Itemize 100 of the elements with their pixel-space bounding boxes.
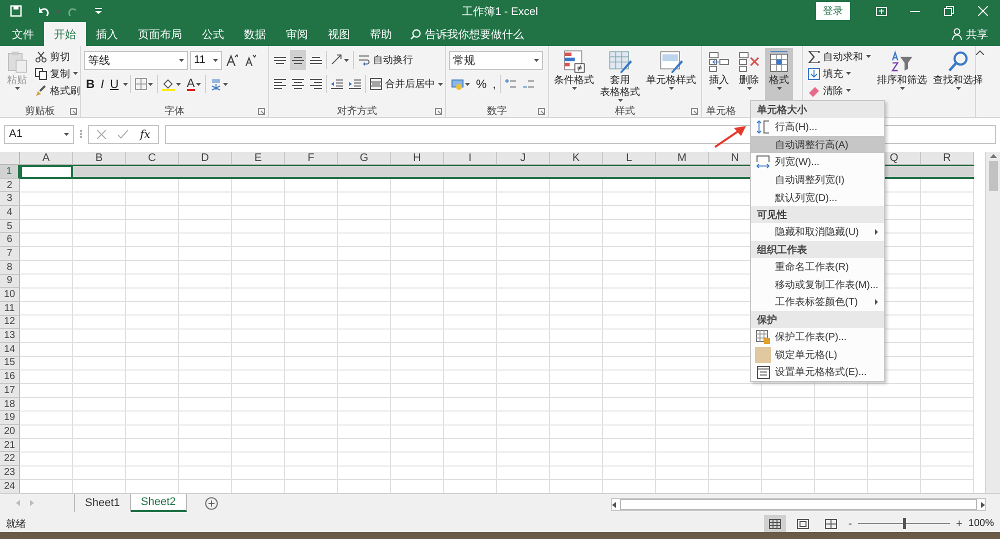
row-header[interactable]: 3	[0, 192, 20, 206]
column-header[interactable]: A	[20, 152, 73, 165]
row-header[interactable]: 23	[0, 466, 20, 480]
horizontal-scrollbar[interactable]	[611, 498, 986, 511]
row-header[interactable]: 19	[0, 411, 20, 426]
font-style-button[interactable]: B	[84, 74, 97, 94]
column-header[interactable]: D	[179, 152, 232, 165]
zoom-out-button[interactable]: -	[848, 518, 852, 530]
menu-item[interactable]: 保护工作表(P)...	[751, 328, 884, 346]
font-name-dropdown[interactable]: 等线	[84, 50, 188, 70]
font-style-button[interactable]: I	[98, 74, 106, 94]
ribbon-tab[interactable]: 数据	[234, 22, 276, 46]
menu-item[interactable]: 自动调整行高(A)	[751, 136, 884, 154]
style-button[interactable]: 单元格样式	[644, 48, 698, 102]
menu-item[interactable]: 工作表标签颜色(T)	[751, 294, 884, 312]
row-header[interactable]: 11	[0, 302, 20, 316]
name-box[interactable]: A1	[4, 124, 74, 144]
column-header[interactable]: F	[285, 152, 338, 165]
row-header[interactable]: 12	[0, 316, 20, 330]
column-header[interactable]: H	[391, 152, 444, 165]
column-header[interactable]: I	[444, 152, 497, 165]
row-header[interactable]: 24	[0, 480, 20, 494]
cells-button[interactable]: 格式	[765, 48, 793, 102]
ribbon-tab[interactable]: 页面布局	[128, 22, 192, 46]
share-button[interactable]: 共享	[946, 22, 1000, 46]
active-cell[interactable]	[20, 165, 73, 179]
font-size-dropdown[interactable]: 11	[190, 50, 222, 70]
tell-me-field[interactable]: 告诉我你想要做什么	[425, 26, 524, 42]
dialog-launcher-icon[interactable]	[538, 108, 545, 115]
row-header[interactable]: 15	[0, 356, 20, 370]
font-color-button[interactable]: A	[184, 74, 203, 94]
fill-button[interactable]: 填充	[806, 65, 873, 82]
comma-button[interactable]: ,	[490, 74, 498, 94]
row-header[interactable]: 4	[0, 206, 20, 220]
menu-item[interactable]: 默认列宽(D)...	[751, 188, 884, 206]
sheet-tab[interactable]: Sheet1	[74, 494, 131, 512]
dialog-launcher-icon[interactable]	[435, 108, 442, 115]
row-header[interactable]: 10	[0, 288, 20, 302]
column-header[interactable]: C	[126, 152, 179, 165]
new-sheet-button[interactable]	[204, 497, 218, 513]
ribbon-tab[interactable]: 插入	[86, 22, 128, 46]
row-header[interactable]: 22	[0, 452, 20, 466]
column-header[interactable]: M	[656, 152, 709, 165]
format-painter-button[interactable]: 格式刷	[33, 82, 82, 99]
style-button[interactable]: 套用 表格格式	[598, 48, 642, 102]
row-header[interactable]: 6	[0, 233, 20, 248]
ribbon-tab[interactable]: 帮助	[360, 22, 402, 46]
autosum-button[interactable]: 自动求和	[806, 48, 873, 65]
menu-item[interactable]: 移动或复制工作表(M)...	[751, 276, 884, 294]
menu-item[interactable]: 自动调整列宽(I)	[751, 171, 884, 189]
column-header[interactable]: G	[338, 152, 391, 165]
font-style-button[interactable]: U	[108, 74, 121, 94]
copy-button[interactable]: 复制	[33, 65, 82, 82]
sign-in-button[interactable]: 登录	[816, 2, 850, 20]
zoom-level[interactable]: 100%	[968, 518, 1000, 529]
scrollbar-thumb[interactable]	[988, 161, 998, 191]
dialog-launcher-icon[interactable]	[70, 108, 77, 115]
row-header[interactable]: 8	[0, 260, 20, 274]
row-header[interactable]: 5	[0, 220, 20, 234]
menu-item[interactable]: 设置单元格格式(E)...	[751, 364, 884, 382]
ribbon-tab[interactable]: 视图	[318, 22, 360, 46]
merge-center-button[interactable]: 合并后居中	[368, 76, 445, 92]
vertical-scrollbar[interactable]	[985, 152, 1000, 493]
menu-item[interactable]: 行高(H)...	[751, 118, 884, 136]
row-header[interactable]: 9	[0, 274, 20, 288]
row-header[interactable]: 7	[0, 247, 20, 261]
clear-button[interactable]: 清除	[806, 82, 873, 99]
column-header[interactable]: B	[73, 152, 126, 165]
percent-button[interactable]: %	[474, 74, 489, 94]
menu-item[interactable]: 重命名工作表(R)	[751, 258, 884, 276]
column-header[interactable]: R	[921, 152, 974, 165]
row-header[interactable]: 2	[0, 178, 20, 192]
row-header[interactable]: 20	[0, 425, 20, 439]
column-header[interactable]: L	[603, 152, 656, 165]
zoom-in-button[interactable]: +	[956, 518, 962, 530]
row-header[interactable]: 17	[0, 384, 20, 398]
cut-button[interactable]: 剪切	[33, 48, 82, 65]
find-select-button[interactable]: 查找和选择	[931, 48, 985, 102]
dialog-launcher-icon[interactable]	[691, 108, 698, 115]
ribbon-tab[interactable]: 开始	[44, 22, 86, 46]
sort-filter-button[interactable]: 排序和筛选	[875, 48, 929, 102]
row-header[interactable]: 1	[0, 165, 20, 179]
row-header[interactable]: 13	[0, 329, 20, 343]
sheet-tab[interactable]: Sheet2	[130, 494, 187, 512]
column-header[interactable]: E	[232, 152, 285, 165]
ribbon-tab[interactable]: 文件	[2, 22, 44, 46]
zoom-slider-thumb[interactable]	[902, 518, 906, 529]
row-header[interactable]: 14	[0, 342, 20, 357]
insert-function-button[interactable]: fx	[140, 128, 150, 140]
normal-view-button[interactable]	[764, 515, 786, 532]
number-format-dropdown[interactable]: 常规	[449, 50, 543, 70]
menu-item[interactable]: 锁定单元格(L)	[751, 346, 884, 364]
dialog-launcher-icon[interactable]	[258, 108, 265, 115]
cells-button[interactable]: 删除	[735, 48, 763, 102]
style-button[interactable]: 条件格式	[552, 48, 596, 102]
column-header[interactable]: J	[497, 152, 550, 165]
row-header[interactable]: 18	[0, 398, 20, 412]
row-header[interactable]: 16	[0, 370, 20, 384]
menu-item[interactable]: 隐藏和取消隐藏(U)	[751, 223, 884, 242]
wrap-text-button[interactable]: 自动换行	[356, 52, 415, 68]
